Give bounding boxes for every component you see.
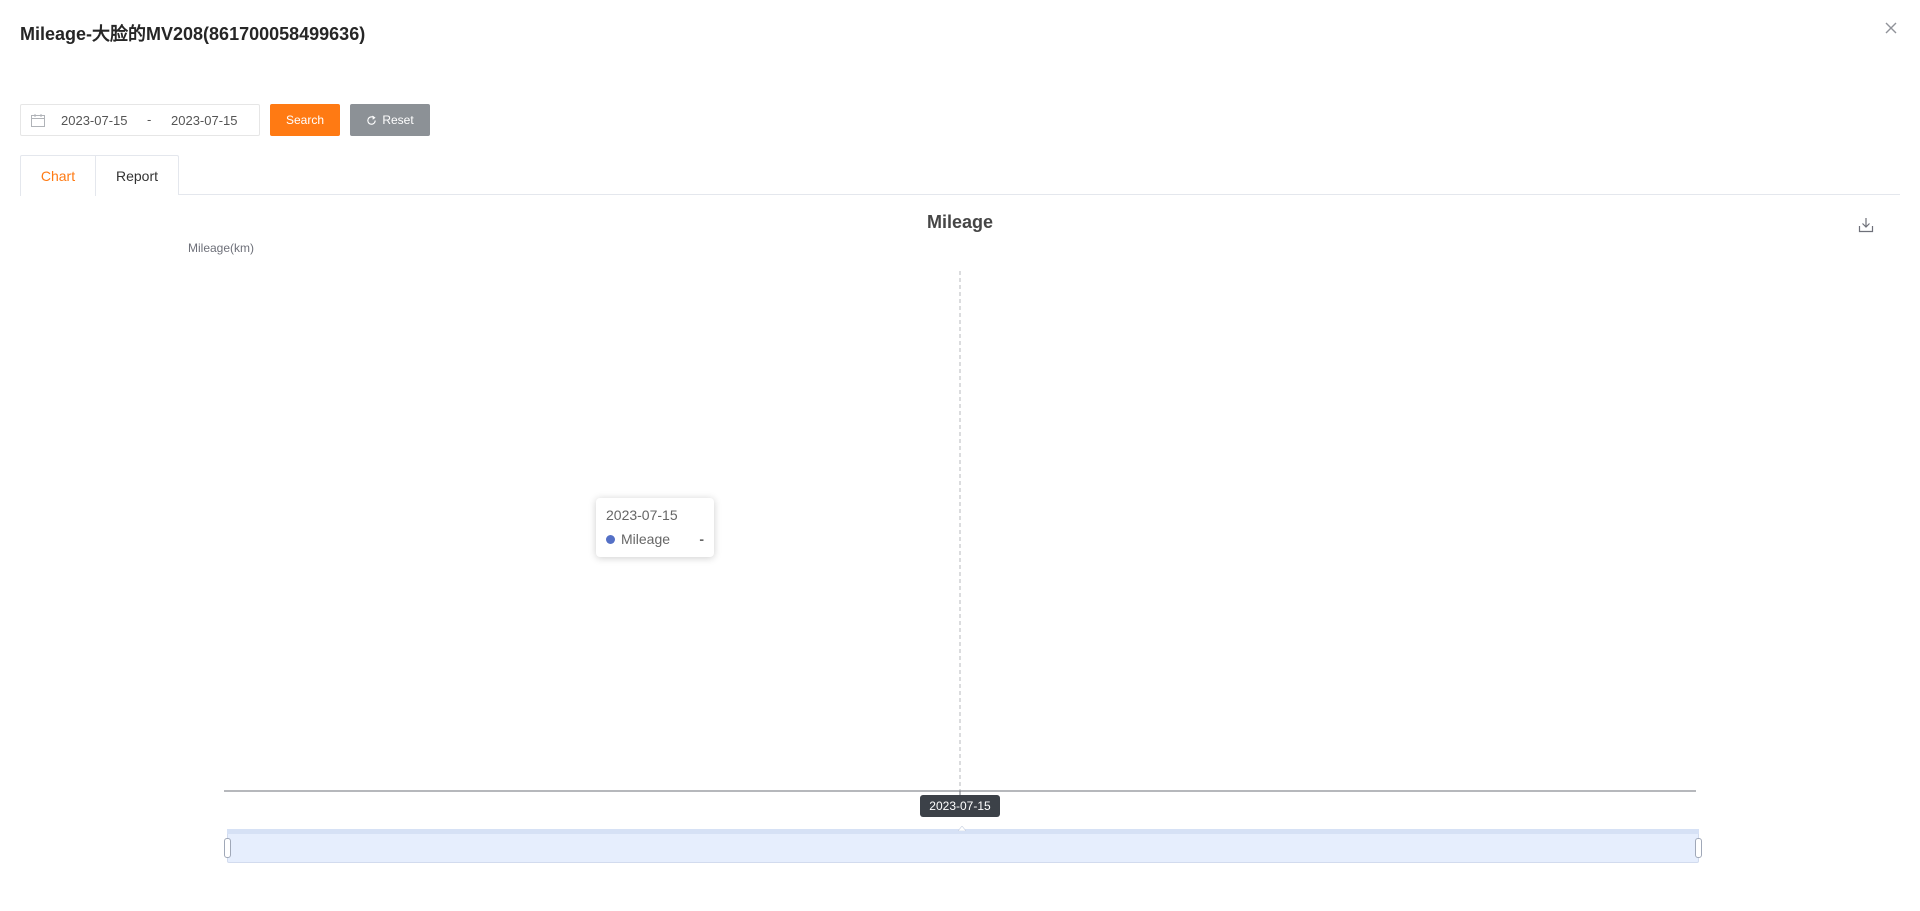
reset-button-label: Reset (382, 113, 414, 127)
datazoom-move-handle[interactable] (958, 826, 966, 831)
tabs-divider (20, 194, 1900, 195)
close-icon[interactable] (1882, 19, 1900, 37)
refresh-icon (367, 115, 377, 125)
tooltip-series-name: Mileage (621, 531, 671, 547)
end-date-input[interactable]: 2023-07-15 (171, 113, 238, 128)
datazoom-slider[interactable] (227, 829, 1699, 863)
chart-tooltip: 2023-07-15 Mileage - (596, 498, 714, 557)
chart-title: Mileage (926, 212, 994, 232)
tooltip-series-value: - (699, 531, 704, 547)
tooltip-series-row: Mileage - (606, 530, 704, 548)
x-axis-pointer-label: 2023-07-15 (920, 795, 1000, 817)
calendar-icon (31, 114, 45, 127)
dialog-title: Mileage-大脸的MV208(861700058499636) (20, 24, 366, 44)
datazoom-handle-left[interactable] (224, 838, 231, 858)
start-date-input[interactable]: 2023-07-15 (61, 113, 128, 128)
tooltip-date: 2023-07-15 (606, 507, 678, 523)
date-range-picker[interactable]: 2023-07-15 - 2023-07-15 (20, 104, 260, 136)
download-icon[interactable] (1857, 216, 1875, 234)
tooltip-series-marker (606, 534, 615, 544)
y-axis-label: Mileage(km) (188, 241, 255, 255)
date-range-separator: - (147, 112, 152, 127)
datazoom-handle-right[interactable] (1695, 838, 1702, 858)
tab-chart[interactable]: Chart (20, 155, 96, 196)
reset-button[interactable]: Reset (350, 104, 430, 136)
tab-report[interactable]: Report (95, 155, 179, 195)
search-button[interactable]: Search (270, 104, 340, 136)
chart-plot-area (224, 271, 1696, 796)
